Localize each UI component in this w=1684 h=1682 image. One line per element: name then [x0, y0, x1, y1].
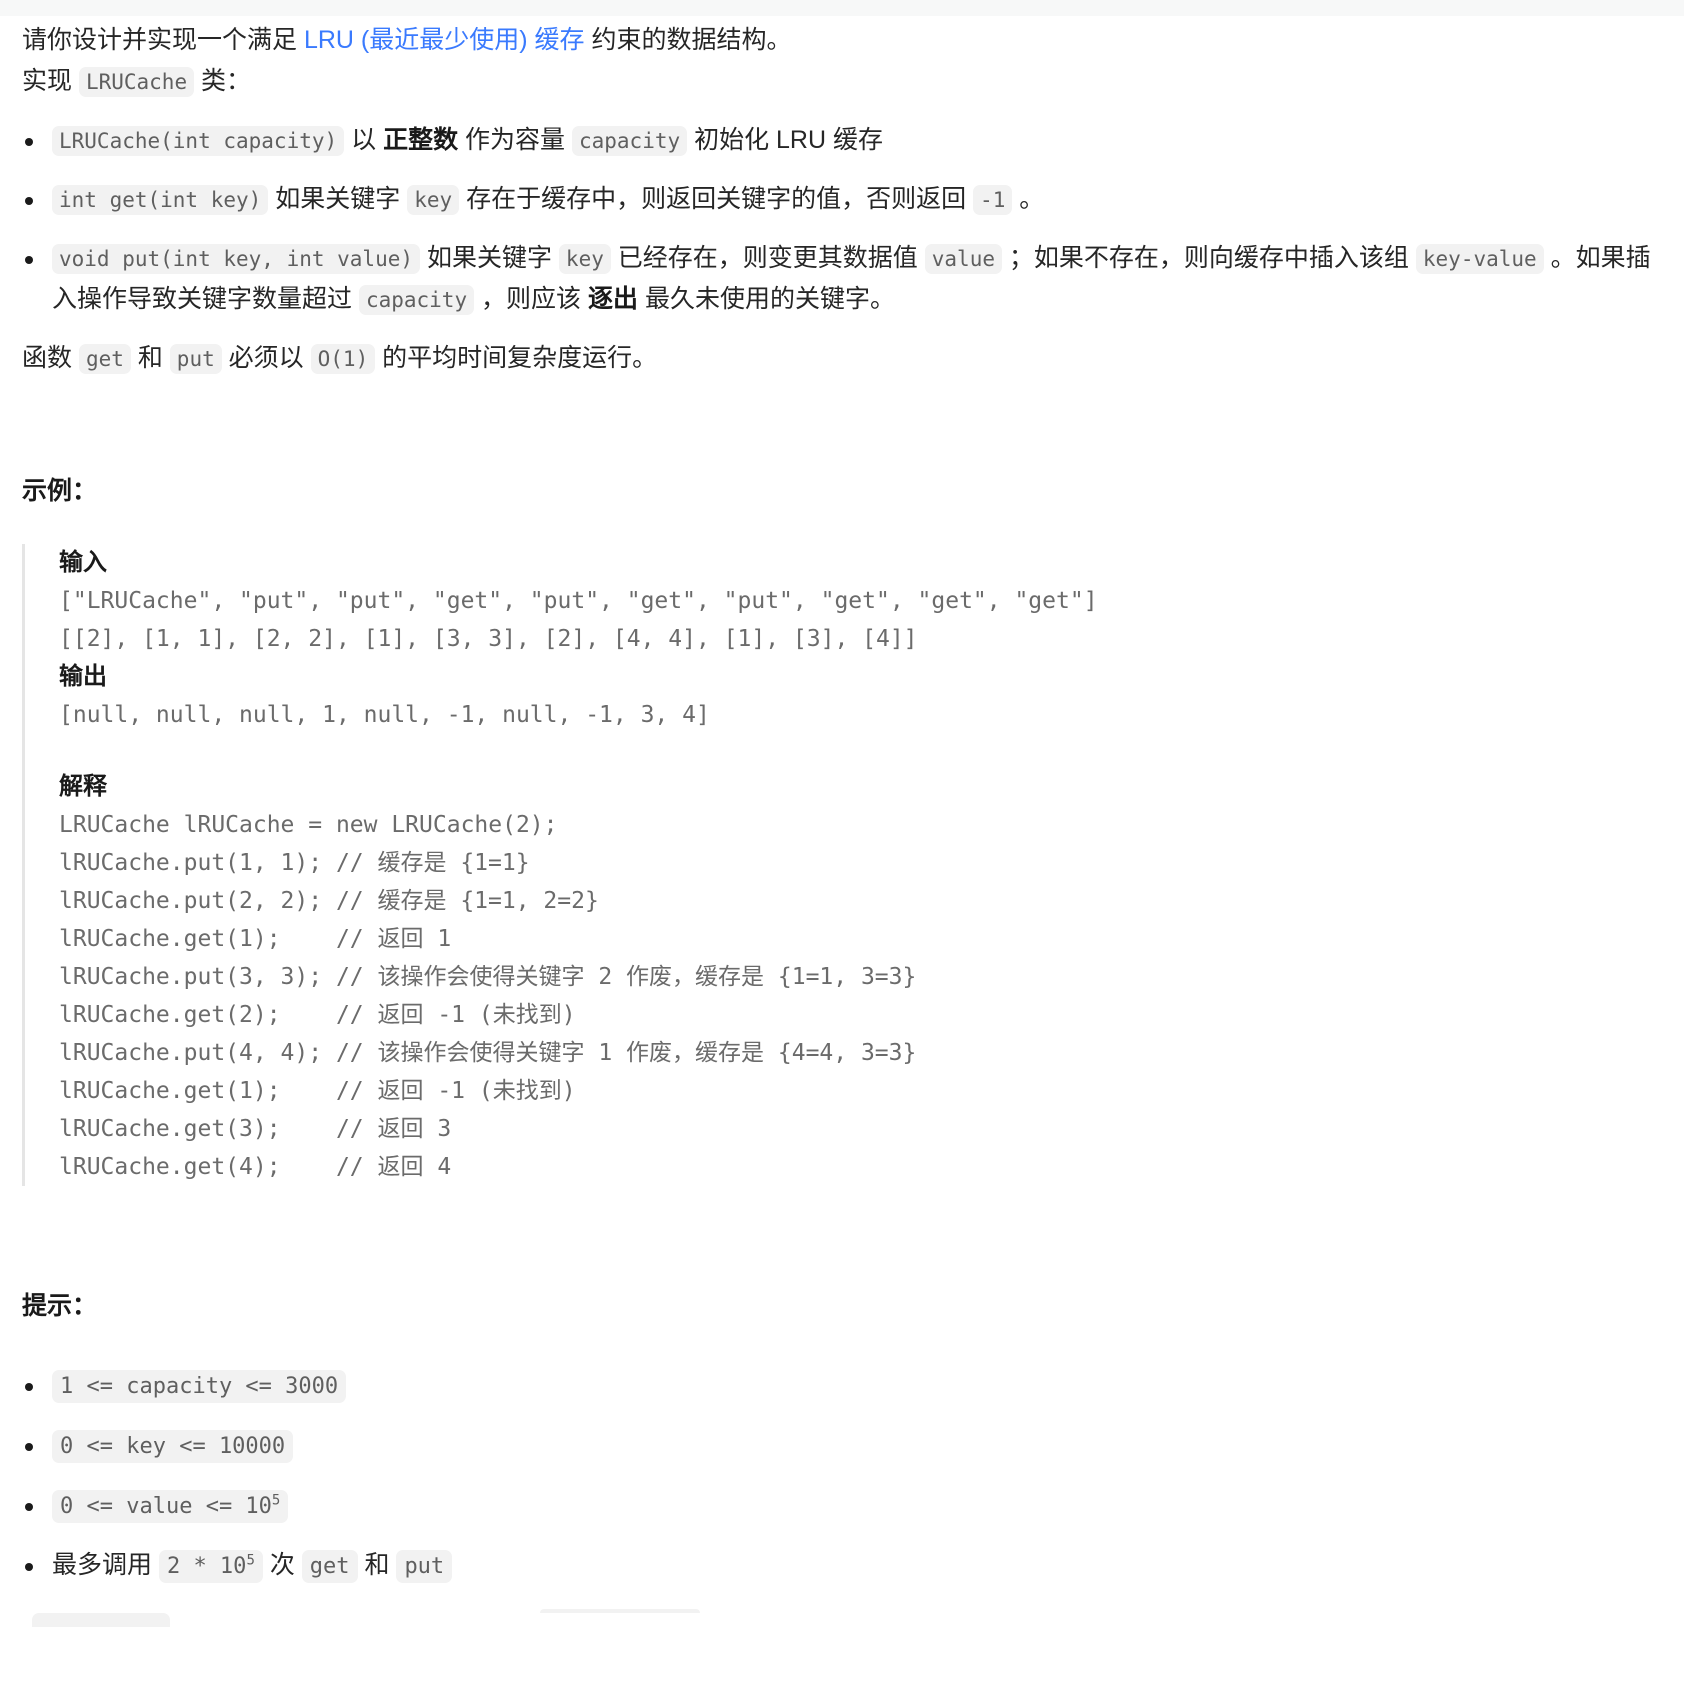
hints-list: 1 <= capacity <= 3000 0 <= key <= 10000 …: [22, 1365, 1662, 1587]
code-key-1: key: [407, 185, 460, 215]
code-hint-calls-sup: 5: [246, 1552, 255, 1569]
code-constructor-signature: LRUCache(int capacity): [52, 126, 345, 156]
code-o1: O(1): [310, 344, 376, 374]
code-lrucache-class: LRUCache: [78, 67, 195, 97]
example-output-label: 输出: [59, 663, 107, 690]
complexity-prefix-text: 函数: [22, 344, 79, 372]
intro-paragraph: 请你设计并实现一个满足 LRU (最近最少使用) 缓存 约束的数据结构。: [22, 16, 1662, 61]
code-hint-key: 0 <= key <= 10000: [52, 1430, 294, 1463]
hint-calls-mid2: 和: [357, 1551, 397, 1579]
intro-suffix-text: 约束的数据结构。: [584, 26, 792, 54]
implement-prefix-text: 实现: [22, 67, 79, 95]
example-output-line: [null, null, null, 1, null, -1, null, -1…: [59, 702, 710, 728]
list-item-hint-value: 0 <= value <= 105: [22, 1485, 1662, 1527]
get-text-1: 如果关键字: [268, 185, 408, 213]
code-capacity-1: capacity: [571, 126, 688, 156]
spacer-after-example-heading: [22, 512, 1662, 544]
code-hint-value-sup: 5: [271, 1492, 281, 1509]
example-input-line-1: ["LRUCache", "put", "put", "get", "put",…: [59, 588, 1098, 614]
method-list: LRUCache(int capacity) 以 正整数 作为容量 capaci…: [22, 120, 1662, 320]
code-hint-value: 0 <= value <= 105: [52, 1490, 289, 1523]
example-gap: [59, 734, 1662, 768]
hints-heading: 提示：: [22, 1292, 98, 1320]
spacer-before-example: [22, 379, 1662, 471]
example-explain-code: LRUCache lRUCache = new LRUCache(2); lRU…: [59, 812, 917, 1180]
code-put-2: put: [169, 344, 222, 374]
intro-prefix-text: 请你设计并实现一个满足: [22, 26, 304, 54]
put-text-2: 已经存在，则变更其数据值: [610, 244, 925, 272]
put-text-6: 最久未使用的关键字。: [638, 285, 895, 313]
constructor-bold-1: 正整数: [383, 126, 459, 154]
complexity-mid2-text: 必须以: [221, 344, 311, 372]
constructor-text-2: 作为容量: [458, 126, 572, 154]
code-capacity-2: capacity: [358, 285, 475, 315]
list-item-get: int get(int key) 如果关键字 key 存在于缓存中，则返回关键字…: [22, 179, 1662, 220]
clipped-code-span-bottom-right: [540, 1609, 700, 1613]
list-item-hint-key: 0 <= key <= 10000: [22, 1425, 1662, 1467]
get-text-3: 。: [1012, 185, 1045, 213]
top-bar: [0, 0, 1684, 16]
constructor-text-3: 初始化 LRU 缓存: [687, 126, 883, 154]
implement-paragraph: 实现 LRUCache 类：: [22, 61, 1662, 102]
constructor-text-1: 以: [344, 126, 384, 154]
code-get-signature: int get(int key): [52, 185, 269, 215]
code-hint-put: put: [396, 1550, 453, 1583]
spacer-after-hints-heading: [22, 1327, 1662, 1347]
example-blockquote: 输入 ["LRUCache", "put", "put", "get", "pu…: [22, 544, 1662, 1186]
complexity-paragraph: 函数 get 和 put 必须以 O(1) 的平均时间复杂度运行。: [22, 338, 1662, 379]
code-hint-calls: 2 * 105: [158, 1550, 263, 1583]
list-item-put: void put(int key, int value) 如果关键字 key 已…: [22, 238, 1662, 320]
code-put-signature: void put(int key, int value): [52, 244, 421, 274]
code-key-2: key: [558, 244, 611, 274]
lru-cache-link[interactable]: LRU (最近最少使用) 缓存: [304, 26, 585, 54]
complexity-mid-text: 和: [130, 344, 170, 372]
put-text-1: 如果关键字: [420, 244, 559, 272]
hint-calls-mid: 次: [262, 1551, 302, 1579]
implement-suffix-text: 类：: [194, 67, 252, 95]
spacer-before-hints: [22, 1186, 1662, 1286]
clipped-code-span-bottom: [32, 1613, 170, 1627]
list-item-hint-capacity: 1 <= capacity <= 3000: [22, 1365, 1662, 1407]
code-minus-one: -1: [973, 185, 1013, 215]
code-hint-calls-text: 2 * 10: [166, 1554, 247, 1579]
list-item-hint-calls: 最多调用 2 * 105 次 get 和 put: [22, 1545, 1662, 1587]
list-item-constructor: LRUCache(int capacity) 以 正整数 作为容量 capaci…: [22, 120, 1662, 161]
problem-description-content: 请你设计并实现一个满足 LRU (最近最少使用) 缓存 约束的数据结构。 实现 …: [0, 16, 1684, 1627]
code-get-2: get: [78, 344, 131, 374]
code-hint-value-text: 0 <= value <= 10: [60, 1494, 272, 1519]
put-text-5: ，则应该: [474, 285, 589, 313]
example-input-label: 输入: [59, 549, 107, 576]
get-text-2: 存在于缓存中，则返回关键字的值，否则返回: [459, 185, 974, 213]
code-hint-get: get: [301, 1550, 358, 1583]
hint-calls-prefix: 最多调用: [52, 1551, 159, 1579]
code-key-value: key-value: [1415, 244, 1544, 274]
put-text-3: ；如果不存在，则向缓存中插入该组: [1001, 244, 1416, 272]
code-hint-capacity: 1 <= capacity <= 3000: [52, 1370, 347, 1403]
example-heading: 示例：: [22, 477, 98, 505]
example-input-line-2: [[2], [1, 1], [2, 2], [1], [3, 3], [2], …: [59, 626, 918, 652]
put-bold-evict: 逐出: [588, 285, 639, 313]
complexity-suffix-text: 的平均时间复杂度运行。: [375, 344, 658, 372]
example-explain-label: 解释: [59, 773, 107, 800]
code-value: value: [924, 244, 1002, 274]
